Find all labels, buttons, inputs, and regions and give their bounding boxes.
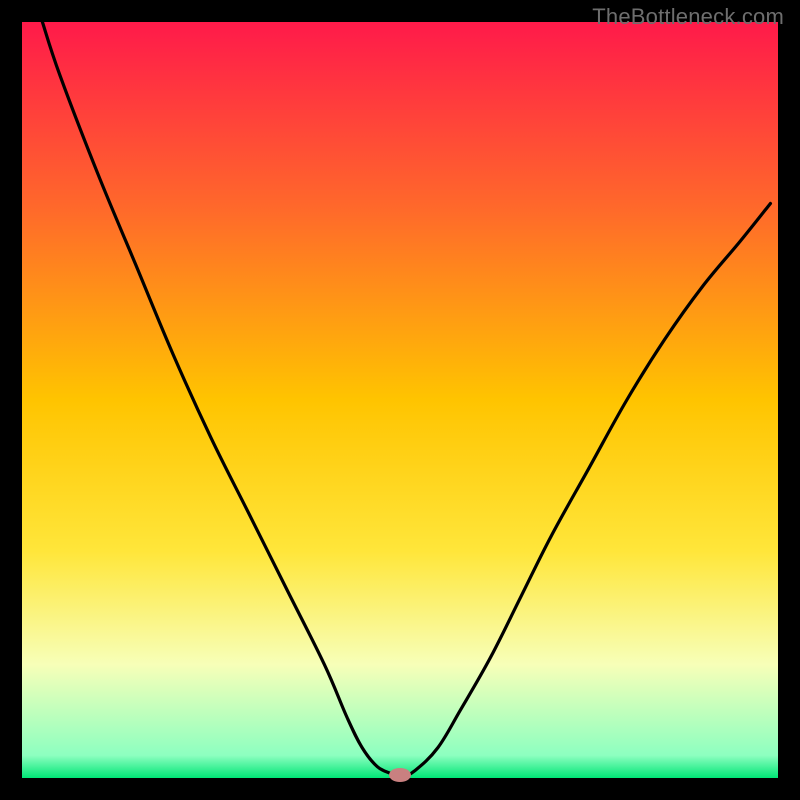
bottleneck-chart: TheBottleneck.com: [0, 0, 800, 800]
optimal-point-marker: [389, 768, 411, 782]
chart-background: [22, 22, 778, 778]
chart-canvas: [0, 0, 800, 800]
watermark: TheBottleneck.com: [592, 4, 784, 30]
